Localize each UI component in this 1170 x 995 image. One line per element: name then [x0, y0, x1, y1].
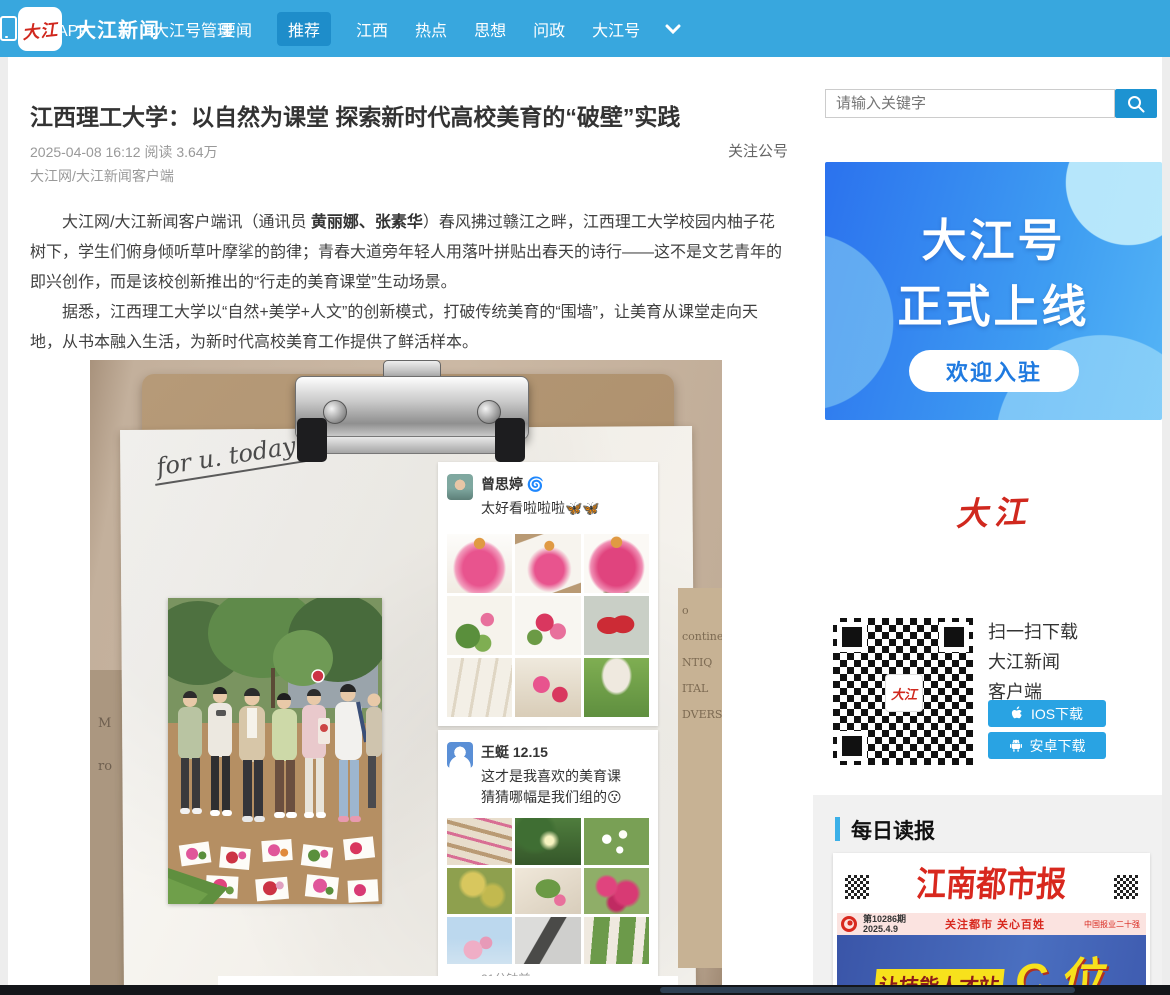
nav-item-yaowen[interactable]: 要闻: [218, 12, 254, 46]
nav-item-sixiang[interactable]: 思想: [472, 12, 508, 46]
nav-item-jiangxi[interactable]: 江西: [354, 12, 390, 46]
main-nav: 要闻 推荐 江西 热点 思想 问政 大江号: [218, 0, 681, 57]
avatar[interactable]: [447, 742, 473, 768]
qr-center-logo: 大江: [885, 674, 923, 712]
article-image: M ro for u. today: [90, 360, 722, 995]
post-thumbnail[interactable]: [447, 868, 512, 915]
android-download-button[interactable]: 安卓下载: [988, 732, 1106, 759]
post-thumbnail[interactable]: [447, 658, 512, 717]
article-title: 江西理工大学：以自然为课堂 探索新时代高校美育的“破壁”实践: [30, 98, 790, 132]
daily-paper-card: 每日读报 江南都市报 第10286期2025.4.9 关注都市 关心百姓 中国报…: [813, 795, 1162, 995]
post-message: 这才是我喜欢的美育课猜猜哪幅是我们组的😗: [481, 766, 651, 808]
post-thumbnail[interactable]: [584, 534, 649, 593]
banner-line-2: 正式上线: [825, 270, 1162, 335]
post-thumbnail[interactable]: [584, 868, 649, 915]
avatar[interactable]: [447, 474, 473, 500]
post-author: 曾思婷 🌀: [481, 474, 544, 494]
banner-pill[interactable]: 欢迎入驻: [909, 350, 1079, 392]
top-navbar: 大江 大江新闻 要闻 推荐 江西 热点 思想 问政 大江号 下载APP 大江号管…: [0, 0, 1170, 57]
post-thumbnail[interactable]: [515, 818, 580, 865]
post-author: 王蜓 12.15: [481, 742, 548, 762]
wechat-post-1: 曾思婷 🌀 太好看啦啦啦🦋🦋: [438, 462, 658, 726]
clipboard-clip: [295, 360, 527, 466]
photo-grid: [447, 534, 649, 717]
site-name[interactable]: 大江新闻: [76, 0, 160, 57]
download-qr-code: 大江: [833, 618, 973, 765]
post-thumbnail[interactable]: [515, 658, 580, 717]
post-thumbnail[interactable]: [584, 917, 649, 964]
search-button[interactable]: [1115, 89, 1157, 118]
post-thumbnail[interactable]: [584, 658, 649, 717]
dajiang-logo[interactable]: 大江: [18, 7, 62, 51]
android-icon: [1009, 739, 1023, 753]
search-input[interactable]: [825, 89, 1115, 118]
post-thumbnail[interactable]: [584, 596, 649, 655]
read-count: 阅读 3.64万: [144, 144, 217, 160]
section-title: 每日读报: [851, 815, 935, 845]
scrollbar-thumb[interactable]: [660, 987, 1075, 993]
authors: 黄丽娜、张素华: [311, 214, 423, 231]
newspaper-qr-left: [845, 875, 869, 899]
post-thumbnail[interactable]: [447, 596, 512, 655]
nav-item-redian[interactable]: 热点: [413, 12, 449, 46]
phoenix-logo-icon: [841, 916, 857, 932]
nav-item-dajianghao[interactable]: 大江号: [590, 12, 642, 46]
students-photo: [168, 598, 382, 904]
qr-caption-1: 扫一扫下载: [988, 618, 1078, 644]
qr-caption-2: 大江新闻: [988, 648, 1060, 674]
dajianghao-banner[interactable]: 大江号 正式上线 欢迎入驻: [825, 162, 1162, 420]
newspaper-info-strip: 第10286期2025.4.9 关注都市 关心百姓 中国报业二十强: [837, 913, 1146, 935]
nav-item-wenzheng[interactable]: 问政: [531, 12, 567, 46]
left-gutter: [0, 57, 8, 995]
post-thumbnail[interactable]: [584, 818, 649, 865]
wechat-post-2: 王蜓 12.15 这才是我喜欢的美育课猜猜哪幅是我们组的😗 21分钟前: [438, 730, 658, 993]
bottom-scrollbar[interactable]: [0, 985, 1170, 995]
newspaper-slogan: 关注都市 关心百姓: [906, 916, 1084, 932]
post-message: 太好看啦啦啦🦋🦋: [481, 498, 651, 519]
search-icon: [1127, 95, 1145, 113]
newspaper-note: 中国报业二十强: [1084, 920, 1140, 929]
paragraph-1: 大江网/大江新闻客户端讯（通讯员 黄丽娜、张素华）春风拂过赣江之畔，江西理工大学…: [30, 208, 788, 298]
article-meta: 2025-04-08 16:12 阅读 3.64万: [30, 142, 218, 162]
phone-icon: [0, 16, 17, 41]
newspaper-masthead: 江南都市报: [833, 856, 1150, 907]
newspaper-qr-right: [1114, 875, 1138, 899]
follow-account-link[interactable]: 关注公号: [728, 140, 788, 161]
page: 大江 大江新闻 要闻 推荐 江西 热点 思想 问政 大江号 下载APP 大江号管…: [0, 0, 1170, 995]
right-gutter: [1162, 57, 1170, 995]
paper-scrap-right: o contine NTIQ ITAL DVERSV: [678, 588, 722, 968]
apple-icon: [1011, 706, 1024, 721]
post-thumbnail[interactable]: [515, 917, 580, 964]
logo-text: 大江: [21, 15, 59, 44]
newspaper-issue: 第10286期2025.4.9: [863, 914, 906, 934]
article-body: 大江网/大江新闻客户端讯（通讯员 黄丽娜、张素华）春风拂过赣江之畔，江西理工大学…: [30, 208, 788, 358]
post-thumbnail[interactable]: [447, 818, 512, 865]
paragraph-2: 据悉，江西理工大学以“自然+美学+人文”的创新模式，打破传统美育的“围墙”，让美…: [30, 298, 788, 358]
post-thumbnail[interactable]: [447, 917, 512, 964]
article-date: 2025-04-08 16:12: [30, 144, 141, 160]
chevron-down-icon[interactable]: [665, 24, 681, 34]
article-source: 大江网/大江新闻客户端: [30, 166, 174, 186]
photo-grid: [447, 818, 649, 964]
post-thumbnail[interactable]: [515, 534, 580, 593]
post-thumbnail[interactable]: [515, 596, 580, 655]
dajiang-red-logo: 大江: [824, 482, 1162, 540]
ios-download-button[interactable]: IOS下载: [988, 700, 1106, 727]
post-thumbnail[interactable]: [447, 534, 512, 593]
newspaper-front-page[interactable]: 江南都市报 第10286期2025.4.9 关注都市 关心百姓 中国报业二十强 …: [833, 853, 1150, 995]
post-thumbnail[interactable]: [515, 868, 580, 915]
nav-item-tuijian[interactable]: 推荐: [277, 12, 331, 46]
section-accent-bar: [835, 817, 840, 841]
banner-line-1: 大江号: [825, 204, 1162, 269]
